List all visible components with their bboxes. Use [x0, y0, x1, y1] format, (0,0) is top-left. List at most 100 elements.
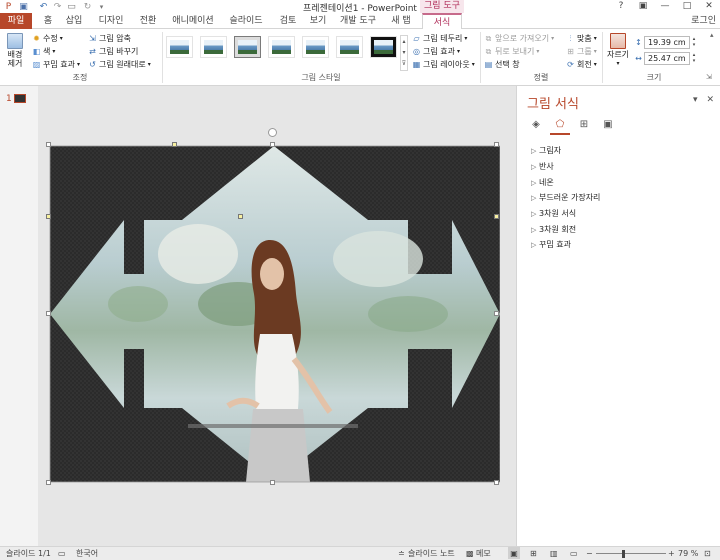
powerpoint-window: P ▣ ↶ ↷ ▭ ↻ ▾ 프레젠테이션1 - PowerPoint 그림 도구…: [0, 0, 720, 560]
adjust-handle-4[interactable]: [494, 214, 499, 219]
style-gallery-scroll[interactable]: ▴ ▾ ⊽: [400, 35, 408, 71]
reading-view-icon[interactable]: ▥: [550, 547, 558, 560]
section-artistic-effects[interactable]: ▷ 꾸밈 효과: [531, 239, 571, 250]
picture-style-7[interactable]: [370, 36, 397, 58]
zoom-out-icon[interactable]: −: [586, 547, 593, 560]
rotate-handle-icon[interactable]: [268, 128, 277, 137]
notes-button[interactable]: 슬라이드 노트: [408, 547, 455, 560]
slide-editing-area: [38, 86, 516, 546]
notes-icon: ≐: [398, 549, 405, 558]
slideshow-icon[interactable]: ▭: [570, 547, 578, 560]
slide-sorter-icon[interactable]: ⊞: [530, 547, 537, 560]
sign-in-link[interactable]: 로그인: [691, 13, 716, 29]
resize-handle-n[interactable]: [270, 142, 275, 147]
pane-controls: ▾ ✕: [693, 95, 714, 105]
adjust-handle-1[interactable]: [172, 142, 177, 147]
fill-line-icon[interactable]: ◈: [529, 118, 543, 131]
effects-pentagon-icon[interactable]: ⬠: [553, 118, 567, 131]
tab-developer[interactable]: 개발 도구: [338, 13, 378, 29]
picture-tools-context: 그림 도구: [420, 0, 464, 13]
tab-insert[interactable]: 삽입: [62, 13, 86, 29]
size-properties-icon[interactable]: ⊞: [577, 118, 591, 131]
fit-slide-icon[interactable]: ⊡: [704, 547, 711, 560]
section-glow[interactable]: ▷ 네온: [531, 177, 554, 188]
resize-handle-e[interactable]: [494, 311, 499, 316]
crop-label: 자르기: [606, 50, 630, 59]
tab-format[interactable]: 서식: [422, 13, 462, 30]
size-dialog-launcher-icon[interactable]: ⇲: [706, 73, 712, 81]
zoom-in-icon[interactable]: +: [668, 547, 675, 560]
change-picture-button[interactable]: ⇄ 그림 바꾸기: [88, 45, 138, 57]
corrections-button[interactable]: ✹ 수정 ▾: [32, 32, 63, 44]
adjust-handle-3[interactable]: [238, 214, 243, 219]
change-picture-label: 그림 바꾸기: [99, 46, 139, 56]
ribbon-display-button[interactable]: ▣: [632, 0, 654, 13]
zoom-slider-thumb[interactable]: [621, 550, 625, 558]
ribbon: 배경 제거 ✹ 수정 ▾ ◧ 색 ▾ ▨ 꾸밈 효과 ▾ ⇲ 그림 압축 ⇄ 그림 바…: [0, 29, 720, 86]
picture-layout-button[interactable]: ▦ 그림 레이아웃 ▾: [412, 58, 475, 70]
minimize-button[interactable]: —: [654, 0, 676, 13]
zoom-level[interactable]: 79 %: [678, 547, 698, 560]
picture-border-button[interactable]: ▱ 그림 테두리 ▾: [412, 32, 467, 44]
crop-button[interactable]: 자르기 ▾: [604, 33, 632, 68]
tab-design[interactable]: 디자인: [96, 13, 126, 29]
resize-handle-se[interactable]: [494, 480, 499, 485]
section-artistic-effects-label: 꾸밈 효과: [539, 240, 571, 249]
resize-handle-sw[interactable]: [46, 480, 51, 485]
help-button[interactable]: ?: [610, 0, 632, 13]
close-button[interactable]: ✕: [698, 0, 720, 13]
width-field[interactable]: 25.47 cm: [644, 52, 690, 65]
tab-file[interactable]: 파일: [0, 13, 32, 29]
width-spinner[interactable]: ▴ ▾: [690, 52, 698, 65]
resize-handle-nw[interactable]: [46, 142, 51, 147]
picture-style-6[interactable]: [336, 36, 363, 58]
color-button[interactable]: ◧ 색 ▾: [32, 45, 56, 57]
section-reflection[interactable]: ▷ 반사: [531, 161, 554, 172]
slide-canvas[interactable]: [48, 144, 500, 484]
section-3d-format[interactable]: ▷ 3차원 서식: [531, 208, 576, 219]
spell-check-icon[interactable]: ▭: [58, 547, 66, 560]
compress-pictures-button[interactable]: ⇲ 그림 압축: [88, 32, 131, 44]
picture-icon[interactable]: ▣: [601, 118, 615, 131]
tab-new[interactable]: 새 탭: [386, 13, 416, 29]
artistic-effects-icon: ▨: [32, 59, 41, 69]
section-soft-edges[interactable]: ▷ 부드러운 가장자리: [531, 192, 600, 203]
section-3d-rotation[interactable]: ▷ 3차원 회전: [531, 224, 576, 235]
language-indicator[interactable]: 한국어: [76, 547, 98, 560]
tab-review[interactable]: 검토: [278, 13, 298, 29]
adjust-handle-2[interactable]: [46, 214, 51, 219]
align-button[interactable]: ⫶ 맞춤 ▾: [566, 32, 597, 44]
resize-handle-s[interactable]: [270, 480, 275, 485]
artistic-effects-button[interactable]: ▨ 꾸밈 효과 ▾: [32, 58, 80, 70]
section-shadow[interactable]: ▷ 그림자: [531, 145, 561, 156]
resize-handle-ne[interactable]: [494, 142, 499, 147]
remove-background-button[interactable]: 배경 제거: [3, 33, 27, 68]
reset-picture-button[interactable]: ↺ 그림 원래대로 ▾: [88, 58, 151, 70]
group-button[interactable]: ⊞ 그룹 ▾: [566, 45, 597, 57]
comments-button[interactable]: 메모: [476, 547, 491, 560]
height-spinner[interactable]: ▴ ▾: [690, 36, 698, 49]
picture-style-2[interactable]: [200, 36, 227, 58]
tab-animations[interactable]: 애니메이션: [170, 13, 216, 29]
picture-style-1[interactable]: [166, 36, 193, 58]
picture-effects-button[interactable]: ◎ 그림 효과 ▾: [412, 45, 460, 57]
normal-view-icon[interactable]: ▣: [508, 547, 520, 559]
picture-style-3[interactable]: [234, 36, 261, 58]
tab-slideshow[interactable]: 슬라이드 쇼: [224, 13, 268, 42]
height-field[interactable]: 19.39 cm: [644, 36, 690, 49]
collapse-ribbon-icon[interactable]: ▴: [710, 31, 714, 39]
picture-style-4[interactable]: [268, 36, 295, 58]
slide-thumbnail-1[interactable]: [14, 94, 26, 103]
maximize-button[interactable]: □: [676, 0, 698, 13]
resize-handle-w[interactable]: [46, 311, 51, 316]
pane-options-icon[interactable]: ▾: [693, 95, 698, 105]
rotate-button[interactable]: ⟳ 회전 ▾: [566, 58, 597, 70]
selection-pane-button[interactable]: ▤ 선택 창: [484, 58, 520, 70]
tab-view[interactable]: 보기: [308, 13, 328, 29]
bring-forward-button[interactable]: ⧉ 앞으로 가져오기 ▾: [484, 32, 554, 44]
tab-home[interactable]: 홈: [40, 13, 56, 29]
tab-transitions[interactable]: 전환: [136, 13, 160, 29]
picture-style-5[interactable]: [302, 36, 329, 58]
pane-close-icon[interactable]: ✕: [706, 95, 714, 105]
send-backward-button[interactable]: ⧉ 뒤로 보내기 ▾: [484, 45, 540, 57]
